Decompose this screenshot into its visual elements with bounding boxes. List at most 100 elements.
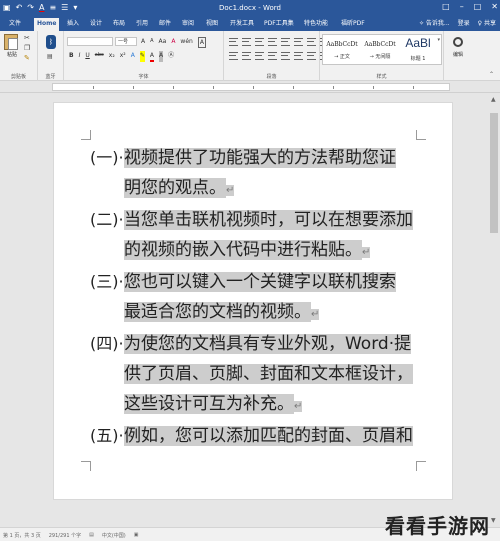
- macro-record-icon[interactable]: ▣: [134, 532, 139, 539]
- margin-corner-top-right: [416, 130, 426, 140]
- highlight-icon[interactable]: ✎: [139, 51, 145, 62]
- text-line: 供了页眉、页脚、封面和文本框设计，: [124, 364, 413, 384]
- ribbon: 粘贴 ✂ ❐ ✎ 剪贴板 ᛒ ▤ 蓝牙 一号 A A Aa A wén A B …: [0, 31, 500, 81]
- char-shading-icon[interactable]: A: [158, 51, 164, 62]
- ruler-tick: [93, 86, 94, 89]
- style-no-spacing[interactable]: AaBbCcDt → 无间隔: [361, 35, 399, 64]
- paragraph-row-2: [229, 52, 329, 60]
- tab-references[interactable]: 引用: [133, 18, 151, 29]
- clear-format-button[interactable]: A: [171, 37, 175, 48]
- tab-features[interactable]: 特色功能: [301, 18, 331, 29]
- ruler-tick: [333, 86, 334, 89]
- chinese-layout-icon[interactable]: [294, 38, 303, 46]
- text-line: 的视频的嵌入代码中进行粘贴。: [124, 240, 362, 260]
- shading-icon[interactable]: [307, 52, 316, 60]
- strikethrough-button[interactable]: abc: [95, 51, 104, 62]
- scroll-up-icon[interactable]: ▲: [491, 96, 496, 103]
- font-color-button[interactable]: A: [149, 51, 154, 62]
- enclose-char-icon[interactable]: Ⓐ: [168, 51, 174, 62]
- style-normal[interactable]: AaBbCcDt → 正文: [323, 35, 361, 64]
- sort-icon[interactable]: [307, 38, 316, 46]
- minimize-icon[interactable]: –: [460, 2, 464, 11]
- share-icon: ♀: [477, 20, 483, 27]
- paragraph-mark: ↵: [311, 309, 320, 320]
- font-group: 一号 A A Aa A wén A B I U abc x₂ x² A ✎ A …: [64, 31, 224, 81]
- language-indicator[interactable]: 中文(中国): [102, 532, 126, 539]
- ribbon-display-icon[interactable]: □: [442, 2, 450, 11]
- login-link[interactable]: 登录: [458, 18, 470, 29]
- vertical-scrollbar[interactable]: ▲ ▼: [488, 93, 500, 527]
- tell-me-box[interactable]: ✧ 告诉我...: [419, 18, 450, 29]
- scroll-down-icon[interactable]: ▼: [491, 517, 496, 524]
- proofing-icon[interactable]: ▤: [89, 532, 94, 539]
- font-size-box[interactable]: 一号: [115, 37, 137, 46]
- share-label: 共享: [483, 20, 496, 27]
- shrink-font-button[interactable]: A: [150, 37, 153, 48]
- tab-pdf-tools[interactable]: PDF工具集: [261, 18, 297, 29]
- watermark-logo: 看看手游网: [385, 514, 490, 538]
- bold-button[interactable]: B: [69, 51, 74, 62]
- ruler: [0, 81, 500, 93]
- maximize-icon[interactable]: □: [474, 2, 482, 11]
- page-counter[interactable]: 第 1 页，共 3 页: [3, 532, 41, 539]
- tab-design[interactable]: 设计: [87, 18, 105, 29]
- margin-corner-bottom-left: [81, 461, 91, 471]
- tab-layout[interactable]: 布局: [110, 18, 128, 29]
- ruler-tick: [213, 86, 214, 89]
- style-no-spacing-sample: AaBbCcDt: [364, 41, 396, 48]
- align-left-icon[interactable]: [229, 52, 238, 60]
- numbering-icon[interactable]: [242, 38, 251, 46]
- align-right-icon[interactable]: [255, 52, 264, 60]
- format-painter-icon[interactable]: ✎: [24, 54, 30, 62]
- scroll-thumb[interactable]: [490, 113, 498, 233]
- styles-more-icon[interactable]: ▾: [437, 37, 440, 43]
- paste-button[interactable]: 粘贴: [4, 34, 20, 58]
- collapse-ribbon-icon[interactable]: ⌃: [489, 71, 494, 78]
- tab-mailings[interactable]: 邮件: [156, 18, 174, 29]
- text-line: 视频提供了功能强大的方法帮助您证: [124, 148, 396, 168]
- bluetooth-icon[interactable]: ᛒ: [46, 35, 56, 49]
- tab-foxit-pdf[interactable]: 福昕PDF: [338, 18, 368, 29]
- styles-gallery: AaBbCcDt → 正文 AaBbCcDt → 无间隔 AaBl 标题 1 ▾: [322, 34, 442, 65]
- align-center-icon[interactable]: [242, 52, 251, 60]
- char-border-button[interactable]: A: [197, 37, 206, 48]
- style-heading-1-name: 标题 1: [410, 56, 426, 62]
- distributed-icon[interactable]: [281, 52, 290, 60]
- tab-view[interactable]: 视图: [203, 18, 221, 29]
- text-effects-icon[interactable]: A: [131, 51, 135, 62]
- share-button[interactable]: ♀ 共享: [478, 18, 496, 29]
- font-name-box[interactable]: [67, 37, 113, 46]
- style-heading-1[interactable]: AaBl 标题 1: [399, 35, 437, 64]
- document-page[interactable]: (一)· 视频提供了功能强大的方法帮助您证 明您的观点。↵ (二)· 当您单击联…: [53, 102, 453, 500]
- tab-developer[interactable]: 开发工具: [227, 18, 257, 29]
- tab-insert[interactable]: 插入: [64, 18, 82, 29]
- multilevel-list-icon[interactable]: [255, 38, 264, 46]
- decrease-indent-icon[interactable]: [268, 38, 277, 46]
- cut-icon[interactable]: ✂: [24, 34, 30, 42]
- superscript-button[interactable]: x²: [120, 51, 126, 62]
- subscript-button[interactable]: x₂: [109, 51, 115, 62]
- justify-icon[interactable]: [268, 52, 277, 60]
- ruler-track[interactable]: [52, 83, 450, 91]
- tab-review[interactable]: 审阅: [179, 18, 197, 29]
- italic-button[interactable]: I: [79, 51, 81, 62]
- tab-file[interactable]: 文件: [6, 18, 24, 29]
- text-line: 这些设计可互为补充。: [124, 394, 294, 414]
- change-case-button[interactable]: Aa: [159, 37, 167, 48]
- editing-button[interactable]: 编辑: [448, 35, 468, 58]
- tab-home[interactable]: Home: [34, 18, 60, 31]
- underline-button[interactable]: U: [85, 51, 89, 62]
- word-count[interactable]: 291/291 个字: [49, 532, 81, 539]
- increase-indent-icon[interactable]: [281, 38, 290, 46]
- style-normal-name: → 正文: [334, 54, 350, 60]
- lightbulb-icon: ✧: [418, 20, 424, 27]
- grow-font-button[interactable]: A: [141, 37, 145, 48]
- close-icon[interactable]: ✕: [491, 2, 498, 11]
- line-spacing-icon[interactable]: [294, 52, 303, 60]
- phonetic-guide-button[interactable]: wén: [180, 37, 192, 48]
- share-device-icon[interactable]: ▤: [47, 53, 53, 60]
- bullets-icon[interactable]: [229, 38, 238, 46]
- margin-corner-top-left: [81, 130, 91, 140]
- copy-icon[interactable]: ❐: [24, 44, 30, 52]
- font-group-label: 字体: [138, 74, 149, 80]
